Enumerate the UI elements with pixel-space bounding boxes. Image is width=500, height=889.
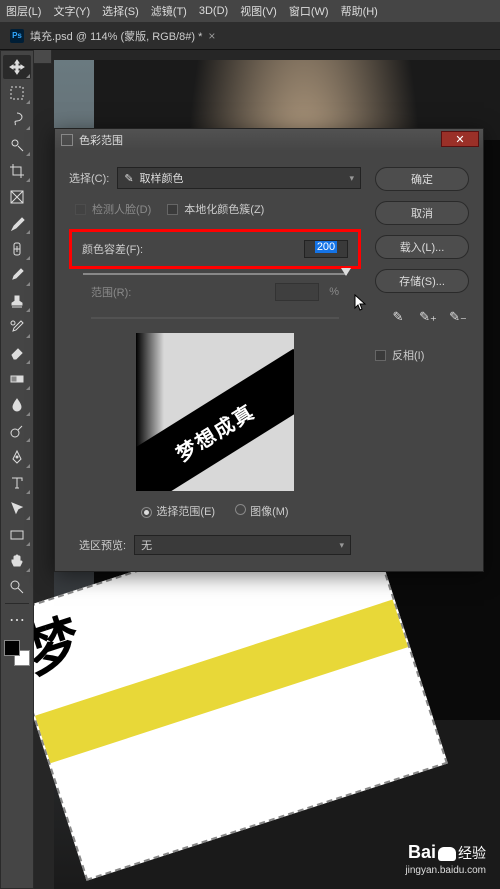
slider-thumb[interactable] [341, 268, 351, 276]
path-select-tool[interactable] [3, 497, 31, 521]
menu-layer[interactable]: 图层(L) [6, 3, 41, 19]
radio-selection[interactable]: 选择范围(E) [141, 503, 215, 519]
dodge-tool[interactable] [3, 419, 31, 443]
range-input [275, 283, 319, 301]
localized-label: 本地化颜色簇(Z) [184, 201, 264, 217]
foreground-color[interactable] [4, 640, 20, 656]
ok-button[interactable]: 确定 [375, 167, 469, 191]
dialog-icon [61, 134, 73, 146]
fuzziness-input[interactable]: 200 [304, 240, 348, 258]
radio-image[interactable]: 图像(M) [235, 503, 289, 519]
load-button[interactable]: 载入(L)... [375, 235, 469, 259]
cancel-button[interactable]: 取消 [375, 201, 469, 225]
select-value: 取样颜色 [140, 170, 184, 186]
board-yellow-stripe [35, 599, 408, 763]
selection-preview[interactable]: 梦想成真 [136, 333, 294, 491]
blur-tool[interactable] [3, 393, 31, 417]
ps-icon: Ps [10, 29, 24, 43]
rectangle-tool[interactable] [3, 523, 31, 547]
fuzziness-label: 颜色容差(F): [82, 241, 143, 257]
invert-checkbox[interactable] [375, 350, 386, 361]
menu-window[interactable]: 窗口(W) [289, 3, 329, 19]
color-swatches[interactable] [4, 640, 30, 666]
gradient-tool[interactable] [3, 367, 31, 391]
detect-faces-label: 检测人脸(D) [92, 201, 151, 217]
fuzziness-slider[interactable] [83, 273, 347, 275]
range-label: 范围(R): [91, 284, 131, 300]
preview-dropdown[interactable]: 无 ▾ [134, 535, 351, 555]
eyedropper-subtract-icon[interactable]: ✎₋ [447, 307, 469, 327]
edit-toolbar[interactable]: ⋯ [3, 608, 31, 632]
dialog-titlebar[interactable]: 色彩范围 ✕ [55, 129, 483, 151]
eyedropper-tool[interactable] [3, 211, 31, 235]
menu-help[interactable]: 帮助(H) [341, 3, 378, 19]
quick-select-tool[interactable] [3, 133, 31, 157]
crop-tool[interactable] [3, 159, 31, 183]
fuzziness-highlight: 颜色容差(F): 200 [69, 229, 361, 269]
select-dropdown[interactable]: ✎ 取样颜色 ▾ [117, 167, 361, 189]
tools-panel: ⋯ [0, 50, 34, 889]
color-range-dialog: 色彩范围 ✕ 选择(C): ✎ 取样颜色 ▾ 检测人脸(D) 本地化颜色簇(Z [54, 128, 484, 572]
brush-tool[interactable] [3, 263, 31, 287]
hand-tool[interactable] [3, 549, 31, 573]
paw-icon [438, 847, 456, 861]
chevron-down-icon: ▾ [339, 540, 344, 551]
menu-view[interactable]: 视图(V) [240, 3, 277, 19]
watermark: Bai经验 jingyan.baidu.com [405, 841, 486, 877]
save-button[interactable]: 存储(S)... [375, 269, 469, 293]
healing-tool[interactable] [3, 237, 31, 261]
menu-3d[interactable]: 3D(D) [199, 5, 228, 17]
eyedropper-icon: ✎ [124, 172, 133, 185]
menu-select[interactable]: 选择(S) [102, 3, 139, 19]
move-tool[interactable] [3, 55, 31, 79]
menubar: 图层(L) 文字(Y) 选择(S) 滤镜(T) 3D(D) 视图(V) 窗口(W… [0, 0, 500, 22]
eraser-tool[interactable] [3, 341, 31, 365]
menu-filter[interactable]: 滤镜(T) [151, 3, 187, 19]
lasso-tool[interactable] [3, 107, 31, 131]
board-text: 梦 [34, 597, 85, 689]
tab-close-icon[interactable]: × [208, 29, 215, 43]
chevron-down-icon: ▾ [349, 173, 354, 184]
history-brush-tool[interactable] [3, 315, 31, 339]
ruler-corner [34, 50, 52, 64]
document-tab[interactable]: Ps 填充.psd @ 114% (蒙版, RGB/8#) * × [0, 22, 225, 49]
pen-tool[interactable] [3, 445, 31, 469]
select-label: 选择(C): [69, 170, 109, 186]
frame-tool[interactable] [3, 185, 31, 209]
stamp-tool[interactable] [3, 289, 31, 313]
marquee-tool[interactable] [3, 81, 31, 105]
localized-checkbox[interactable] [167, 204, 178, 215]
type-tool[interactable] [3, 471, 31, 495]
invert-label: 反相(I) [392, 347, 424, 363]
eyedropper-add-icon[interactable]: ✎₊ [417, 307, 439, 327]
dialog-title: 色彩范围 [79, 132, 123, 148]
detect-faces-checkbox [75, 204, 86, 215]
document-tabbar: Ps 填充.psd @ 114% (蒙版, RGB/8#) * × [0, 22, 500, 50]
preview-label: 选区预览: [79, 537, 126, 553]
range-slider [91, 317, 339, 319]
zoom-tool[interactable] [3, 575, 31, 599]
tab-title: 填充.psd @ 114% (蒙版, RGB/8#) * [30, 28, 202, 44]
dialog-close-button[interactable]: ✕ [441, 131, 479, 147]
eyedropper-sample-icon[interactable]: ✎ [387, 307, 409, 327]
range-unit: % [329, 286, 339, 298]
menu-type[interactable]: 文字(Y) [53, 3, 90, 19]
